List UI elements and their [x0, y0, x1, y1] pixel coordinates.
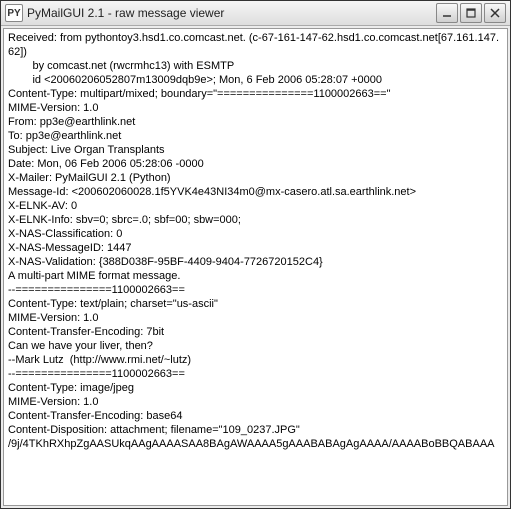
raw-line: From: pp3e@earthlink.net	[8, 115, 503, 129]
raw-line: X-NAS-Classification: 0	[8, 227, 503, 241]
raw-line: X-ELNK-Info: sbv=0; sbrc=.0; sbf=00; sbw…	[8, 213, 503, 227]
minimize-button[interactable]	[436, 3, 458, 23]
maximize-button[interactable]	[460, 3, 482, 23]
raw-line: Content-Disposition: attachment; filenam…	[8, 423, 503, 437]
raw-line: Content-Type: multipart/mixed; boundary=…	[8, 87, 503, 101]
window-title: PyMailGUI 2.1 - raw message viewer	[27, 6, 436, 20]
application-window: PY PyMailGUI 2.1 - raw message viewer Re…	[0, 0, 511, 509]
raw-line: /9j/4TKhRXhpZgAASUkqAAgAAAASAA8BAgAWAAAA…	[8, 437, 503, 451]
raw-line: Content-Transfer-Encoding: 7bit	[8, 325, 503, 339]
minimize-icon	[442, 8, 452, 18]
raw-line: MIME-Version: 1.0	[8, 101, 503, 115]
raw-line: X-NAS-MessageID: 1447	[8, 241, 503, 255]
raw-line: MIME-Version: 1.0	[8, 311, 503, 325]
titlebar[interactable]: PY PyMailGUI 2.1 - raw message viewer	[1, 1, 510, 26]
raw-line: X-Mailer: PyMailGUI 2.1 (Python)	[8, 171, 503, 185]
raw-line: --===============1100002663==	[8, 283, 503, 297]
raw-line: --===============1100002663==	[8, 367, 503, 381]
raw-message-viewer[interactable]: Received: from pythontoy3.hsd1.co.comcas…	[3, 28, 508, 506]
window-controls	[436, 3, 506, 23]
raw-line: Date: Mon, 06 Feb 2006 05:28:06 -0000	[8, 157, 503, 171]
raw-line: X-NAS-Validation: {388D038F-95BF-4409-94…	[8, 255, 503, 269]
close-button[interactable]	[484, 3, 506, 23]
raw-line: Content-Transfer-Encoding: base64	[8, 409, 503, 423]
close-icon	[490, 8, 500, 18]
raw-line: Content-Type: image/jpeg	[8, 381, 503, 395]
raw-line: --Mark Lutz (http://www.rmi.net/~lutz)	[8, 353, 503, 367]
raw-line: To: pp3e@earthlink.net	[8, 129, 503, 143]
maximize-icon	[466, 8, 476, 18]
raw-line: Can we have your liver, then?	[8, 339, 503, 353]
raw-line: Content-Type: text/plain; charset="us-as…	[8, 297, 503, 311]
app-icon: PY	[5, 4, 23, 22]
raw-line: Message-Id: <200602060028.1f5YVK4e43NI34…	[8, 185, 503, 199]
raw-line: X-ELNK-AV: 0	[8, 199, 503, 213]
raw-line: by comcast.net (rwcrmhc13) with ESMTP	[8, 59, 503, 73]
raw-line: A multi-part MIME format message.	[8, 269, 503, 283]
raw-line: MIME-Version: 1.0	[8, 395, 503, 409]
raw-line: Subject: Live Organ Transplants	[8, 143, 503, 157]
raw-line: Received: from pythontoy3.hsd1.co.comcas…	[8, 31, 503, 59]
raw-line: id <20060206052807m13009dqb9e>; Mon, 6 F…	[8, 73, 503, 87]
